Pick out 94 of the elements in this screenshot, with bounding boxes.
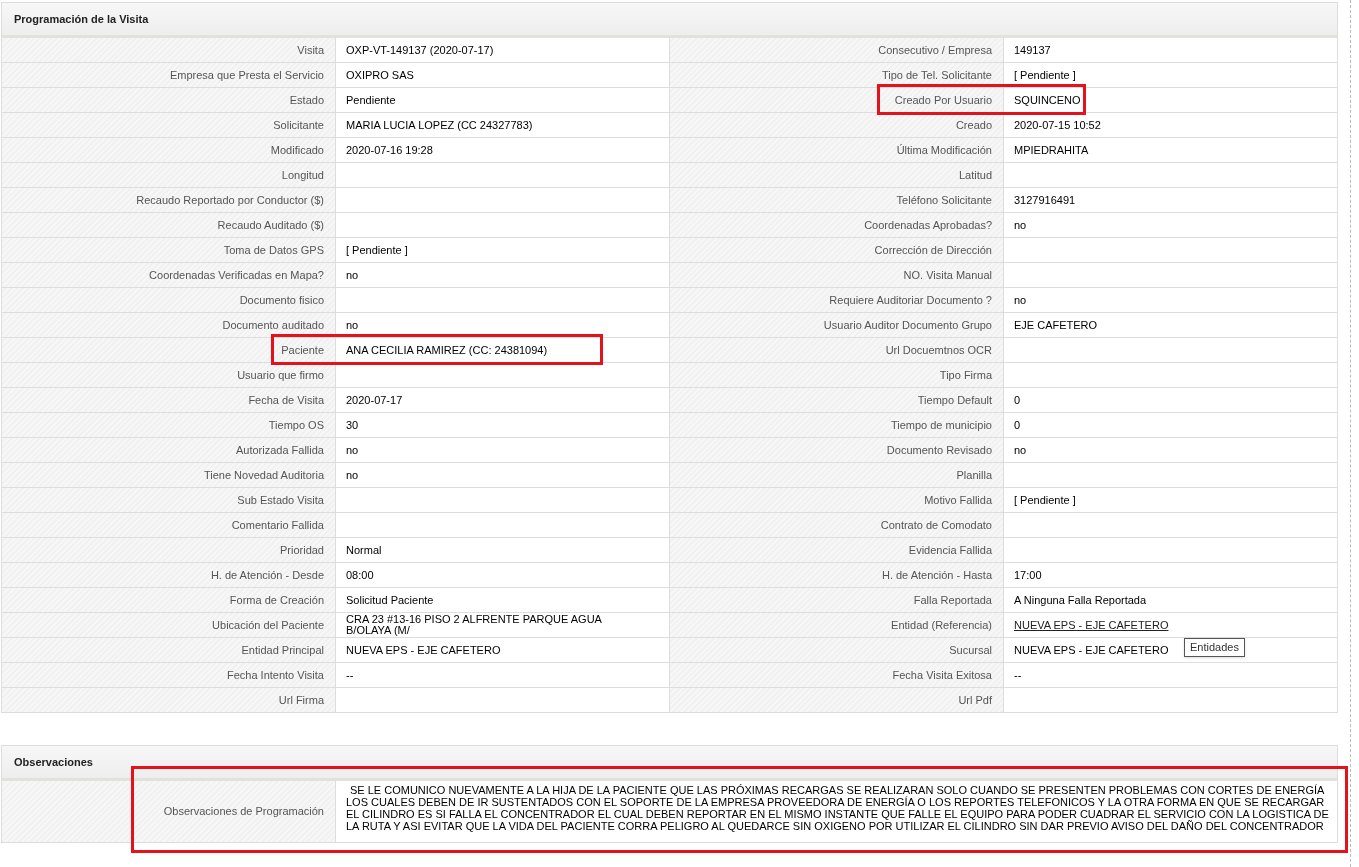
field-label: Autorizada Fallida bbox=[2, 438, 336, 463]
field-label: Fecha Intento Visita bbox=[2, 663, 336, 688]
field-value: 0 bbox=[1014, 419, 1021, 431]
field-value: Solicitud Paciente bbox=[346, 594, 434, 606]
field-value: no bbox=[346, 444, 359, 456]
field-value: ANA CECILIA RAMIREZ (CC: 24381094) bbox=[346, 344, 548, 356]
field-value: 30 bbox=[346, 419, 359, 431]
field-label: Tiene Novedad Auditoria bbox=[2, 463, 336, 488]
field-label: H. de Atención - Desde bbox=[2, 563, 336, 588]
field-value: [ Pendiente ] bbox=[1014, 69, 1076, 81]
field-label: Planilla bbox=[670, 463, 1004, 488]
field-value: no bbox=[1014, 444, 1027, 456]
field-value: 2020-07-15 10:52 bbox=[1014, 119, 1101, 131]
field-label: Toma de Datos GPS bbox=[2, 238, 336, 263]
field-value: -- bbox=[346, 669, 354, 681]
field-label: Creado bbox=[670, 113, 1004, 138]
field-label: Tiempo OS bbox=[2, 413, 336, 438]
field-label: Coordenadas Verificadas en Mapa? bbox=[2, 263, 336, 288]
field-label: Url Pdf bbox=[670, 688, 1004, 713]
field-label: Evidencia Fallida bbox=[670, 538, 1004, 563]
field-label: Recaudo Auditado ($) bbox=[2, 213, 336, 238]
field-label: Tiempo Default bbox=[670, 388, 1004, 413]
field-label: Coordenadas Aprobadas? bbox=[670, 213, 1004, 238]
field-label: Motivo Fallida bbox=[670, 488, 1004, 513]
field-label: Documento auditado bbox=[2, 313, 336, 338]
field-value: 17:00 bbox=[1014, 569, 1042, 581]
field-label: Entidad Principal bbox=[2, 638, 336, 663]
field-label: Recaudo Reportado por Conductor ($) bbox=[2, 188, 336, 213]
field-value: EJE CAFETERO bbox=[1014, 319, 1098, 331]
field-label: Contrato de Comodato bbox=[670, 513, 1004, 538]
field-label: Fecha Visita Exitosa bbox=[670, 663, 1004, 688]
field-value: no bbox=[1014, 294, 1027, 306]
field-value: OXP-VT-149137 (2020-07-17) bbox=[346, 44, 494, 56]
field-value: 149137 bbox=[1014, 44, 1051, 56]
field-label: Fecha de Visita bbox=[2, 388, 336, 413]
field-value: OXIPRO SAS bbox=[346, 69, 414, 81]
field-value: Normal bbox=[346, 544, 382, 556]
field-label: Tipo Firma bbox=[670, 363, 1004, 388]
field-label: Observaciones de Programación bbox=[2, 781, 336, 843]
field-label: Usuario Auditor Documento Grupo bbox=[670, 313, 1004, 338]
field-label: Tiempo de municipio bbox=[670, 413, 1004, 438]
field-label: Latitud bbox=[670, 163, 1004, 188]
field-label: Url Firma bbox=[2, 688, 336, 713]
field-label: Documento Revisado bbox=[670, 438, 1004, 463]
field-label: Visita bbox=[2, 38, 336, 63]
section-title: Observaciones bbox=[14, 754, 93, 770]
field-value: SQUINCENO bbox=[1014, 94, 1081, 106]
field-label: Estado bbox=[2, 88, 336, 113]
field-label: Documento fisico bbox=[2, 288, 336, 313]
field-value: no bbox=[346, 319, 359, 331]
field-value: A Ninguna Falla Reportada bbox=[1014, 594, 1147, 606]
field-value: -- bbox=[1014, 669, 1022, 681]
field-label: Sub Estado Visita bbox=[2, 488, 336, 513]
tooltip: Entidades bbox=[1184, 638, 1245, 657]
field-label: Usuario que firmo bbox=[2, 363, 336, 388]
field-label: Url Docuemtnos OCR bbox=[670, 338, 1004, 363]
field-value: no bbox=[346, 469, 359, 481]
field-label: Requiere Auditoriar Documento ? bbox=[670, 288, 1004, 313]
field-label: Modificado bbox=[2, 138, 336, 163]
field-label: Entidad (Referencia) bbox=[670, 613, 1004, 638]
field-label: Falla Reportada bbox=[670, 588, 1004, 613]
field-value: 2020-07-17 bbox=[346, 394, 403, 406]
field-label: Tipo de Tel. Solicitante bbox=[670, 63, 1004, 88]
field-value: Pendiente bbox=[346, 94, 396, 106]
field-label: Empresa que Presta el Servicio bbox=[2, 63, 336, 88]
field-value: MPIEDRAHITA bbox=[1014, 144, 1089, 156]
field-label: Comentario Fallida bbox=[2, 513, 336, 538]
field-label: Forma de Creación bbox=[2, 588, 336, 613]
entity-link[interactable]: NUEVA EPS - EJE CAFETERO bbox=[1014, 619, 1169, 631]
field-value: MARIA LUCIA LOPEZ (CC 24327783) bbox=[346, 119, 533, 131]
field-label: Sucursal bbox=[670, 638, 1004, 663]
field-label: Solicitante bbox=[2, 113, 336, 138]
section-title: Programación de la Visita bbox=[14, 11, 149, 27]
field-label: Ubicación del Paciente bbox=[2, 613, 336, 638]
field-value: NUEVA EPS - EJE CAFETERO bbox=[346, 644, 501, 656]
field-label: Última Modificación bbox=[670, 138, 1004, 163]
field-label: Prioridad bbox=[2, 538, 336, 563]
field-value: NUEVA EPS - EJE CAFETERO bbox=[1014, 644, 1169, 656]
field-value: no bbox=[346, 269, 359, 281]
field-value: 2020-07-16 19:28 bbox=[346, 144, 433, 156]
field-value: no bbox=[1014, 219, 1027, 231]
field-value: 3127916491 bbox=[1014, 194, 1076, 206]
observation-text: SE LE COMUNICO NUEVAMENTE A LA HIJA DE LA PACIENTE QUE LAS PRÓXIMAS RECARGAS SE REALIZARAN SOLO CUANDO SE PRESENTEN PROBLEMAS CON CORTES DE ENERGÍA LOS CUALES DEBEN DE IR SUSTENTADOS CON EL SOPORTE DE LA EMPRESA PROVEEDORA DE ENERGÍA O LOS REPORTES TELEFONICOS Y LA OTRA FORMA EN QUE SE RECARGAR EL CILINDRO ES SI FALLA EL CONCENTRADOR EL CUAL DEBEN REPORTAR EN EL MISMO INSTANTE QUE FALLE EL EQUIPO PARA PODER CUADRAR EL SERVICIO CON LA LOGISTICA DE LA RUTA Y ASI EVITAR QUE LA VIDA DEL PACIENTE CORRA PELIGRO AL QUEDARCE SIN OXIGENO POR UTILIZAR EL CILINDRO SIN DAR PREVIO AVISO DEL DAÑO DEL CONCENTRADOR bbox=[346, 784, 1329, 832]
field-value: [ Pendiente ] bbox=[346, 244, 408, 256]
field-label: NO. Visita Manual bbox=[670, 263, 1004, 288]
field-label: Consecutivo / Empresa bbox=[670, 38, 1004, 63]
field-label: Teléfono Solicitante bbox=[670, 188, 1004, 213]
field-value: [ Pendiente ] bbox=[1014, 494, 1076, 506]
field-label: Longitud bbox=[2, 163, 336, 188]
field-value: 0 bbox=[1014, 394, 1021, 406]
field-value: 08:00 bbox=[346, 569, 374, 581]
field-label: H. de Atención - Hasta bbox=[670, 563, 1004, 588]
field-label: Corrección de Dirección bbox=[670, 238, 1004, 263]
field-value: CRA 23 #13-16 PISO 2 ALFRENTE PARQUE AGUA B/OLAYA (M/ bbox=[346, 614, 603, 636]
